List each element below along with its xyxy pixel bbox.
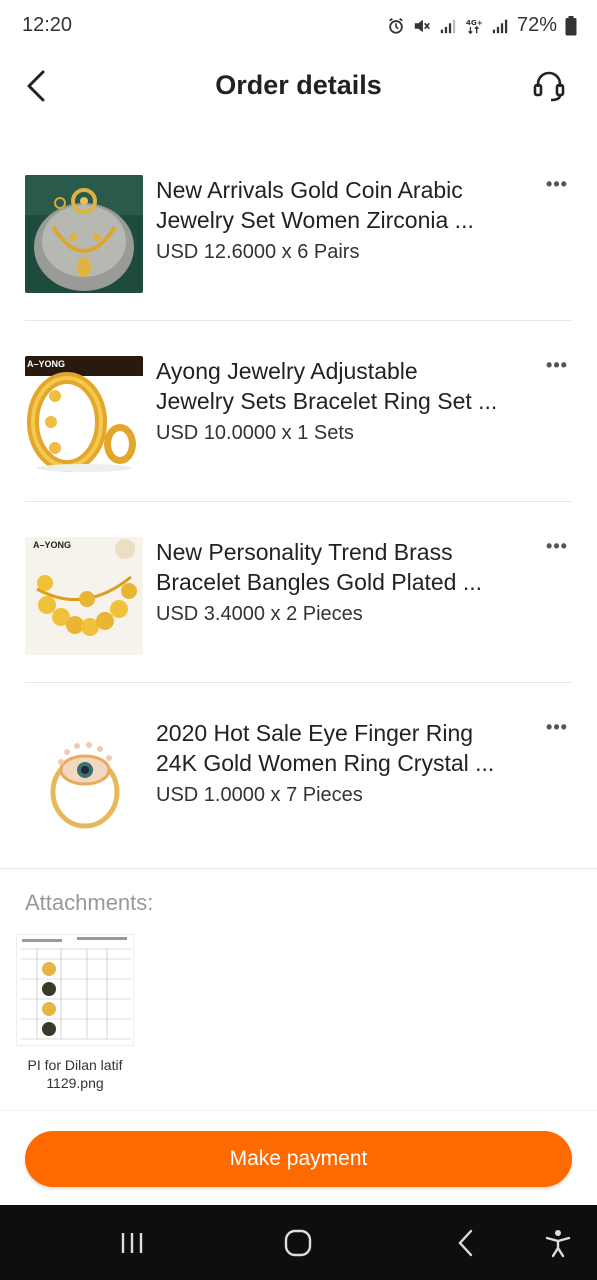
status-time: 12:20	[22, 14, 73, 36]
page-title: Order details	[215, 70, 382, 100]
attachment-thumbnail	[16, 934, 134, 1046]
accessibility-icon	[545, 1230, 571, 1258]
product-info: 2020 Hot Sale Eye Finger Ring 24K Gold W…	[156, 718, 512, 807]
section-divider	[0, 868, 597, 869]
more-dots-icon: •••	[546, 355, 568, 375]
product-price: USD 1.0000 x 7 Pieces	[156, 784, 363, 806]
thumb-brand-label: A–YONG	[33, 540, 72, 550]
back-icon	[458, 1229, 473, 1257]
status-bar: 12:20 4G+ 72%	[0, 0, 597, 52]
footer-divider	[0, 1110, 597, 1111]
attachment-filename-line1: PI for Dilan latif	[27, 1057, 123, 1073]
product-item[interactable]: A–YONG New Personality Trend Brass Brace…	[25, 502, 572, 683]
product-item[interactable]: A–YONG Ayong Jewelry Adjustable Jewelry …	[25, 321, 572, 502]
more-options-button[interactable]: •••	[542, 717, 572, 737]
system-back-button[interactable]	[446, 1225, 486, 1261]
product-title-line2: Bracelet Bangles Gold Plated ...	[156, 569, 483, 595]
recent-apps-icon	[121, 1233, 143, 1253]
system-nav-bar	[0, 1205, 597, 1280]
product-item[interactable]: New Arrivals Gold Coin Arabic Jewelry Se…	[25, 140, 572, 321]
more-options-button[interactable]: •••	[542, 174, 572, 194]
necklace-set-image	[25, 175, 143, 293]
product-price: USD 3.4000 x 2 Pieces	[156, 603, 363, 625]
more-dots-icon: •••	[546, 536, 568, 556]
product-title-line2: Jewelry Sets Bracelet Ring Set ...	[156, 388, 498, 414]
product-price: USD 12.6000 x 6 Pairs	[156, 241, 360, 263]
product-title-line2: Jewelry Set Women Zirconia ...	[156, 207, 474, 233]
mute-icon	[414, 19, 430, 32]
attachment-filename-line2: 1129.png	[46, 1075, 104, 1091]
more-dots-icon: •••	[546, 717, 568, 737]
signal-icon	[440, 19, 456, 33]
attachments-section: Attachments: PI for Dilan latif 1129.png	[0, 870, 597, 1110]
network-4g-icon: 4G+	[466, 18, 483, 34]
alarm-icon	[389, 17, 403, 34]
accessibility-button[interactable]	[538, 1225, 578, 1261]
recent-apps-button[interactable]	[112, 1225, 152, 1261]
product-title-line1: Ayong Jewelry Adjustable	[156, 358, 418, 384]
product-info: New Personality Trend Brass Bracelet Ban…	[156, 537, 512, 626]
thumb-brand-label: A–YONG	[27, 359, 66, 369]
product-title-line1: 2020 Hot Sale Eye Finger Ring	[156, 720, 474, 746]
make-payment-button[interactable]: Make payment	[25, 1131, 572, 1187]
eye-ring-image	[25, 718, 143, 836]
order-product-list: New Arrivals Gold Coin Arabic Jewelry Se…	[0, 140, 597, 864]
more-options-button[interactable]: •••	[542, 355, 572, 375]
product-title-line1: New Personality Trend Brass	[156, 539, 453, 565]
svg-text:4G+: 4G+	[466, 18, 483, 27]
status-icons: 4G+ 72%	[387, 14, 577, 37]
battery-percent: 72%	[516, 14, 557, 36]
product-info: New Arrivals Gold Coin Arabic Jewelry Se…	[156, 175, 512, 264]
customer-service-button[interactable]	[529, 66, 569, 106]
app-header: Order details	[0, 52, 597, 120]
headset-icon	[533, 71, 565, 102]
product-info: Ayong Jewelry Adjustable Jewelry Sets Br…	[156, 356, 512, 445]
bracelet-ring-image: A–YONG	[25, 356, 143, 474]
coin-bracelet-image: A–YONG	[25, 537, 143, 655]
product-item[interactable]: 2020 Hot Sale Eye Finger Ring 24K Gold W…	[25, 683, 572, 864]
product-price: USD 10.0000 x 1 Sets	[156, 422, 354, 444]
home-button[interactable]	[278, 1225, 318, 1261]
product-title-line1: New Arrivals Gold Coin Arabic	[156, 177, 463, 203]
home-icon	[284, 1229, 312, 1257]
attachments-label: Attachments:	[25, 890, 154, 915]
product-title-line2: 24K Gold Women Ring Crystal ...	[156, 750, 495, 776]
signal-icon	[492, 19, 508, 33]
battery-icon	[565, 15, 577, 35]
attachment-file[interactable]: PI for Dilan latif 1129.png	[14, 934, 136, 1092]
more-dots-icon: •••	[546, 174, 568, 194]
more-options-button[interactable]: •••	[542, 536, 572, 556]
